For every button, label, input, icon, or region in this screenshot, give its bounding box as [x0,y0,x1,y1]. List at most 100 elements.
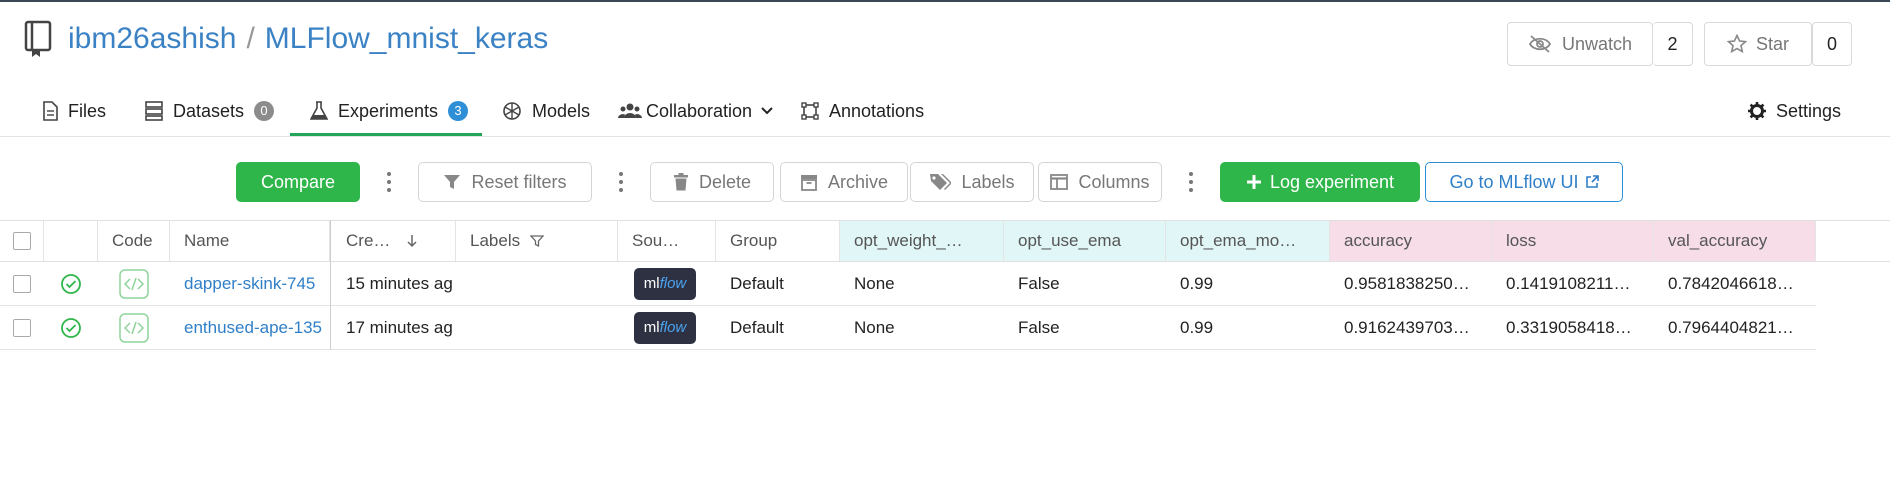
opt-use-ema-cell: False [1018,317,1060,337]
experiment-name-link[interactable]: dapper-skink-745 [170,262,330,305]
more-options-icon[interactable] [384,170,394,194]
star-icon [1727,34,1747,54]
star-count[interactable]: 0 [1812,22,1852,66]
filter-icon [444,175,461,189]
repo-owner-link[interactable]: ibm26ashish [68,22,236,55]
archive-icon [800,175,817,191]
log-experiment-label: Log experiment [1269,171,1395,192]
gear-icon [1748,102,1766,120]
tags-icon [930,174,952,190]
row-checkbox[interactable] [13,318,31,337]
repository-icon [24,20,52,57]
tab-datasets-label: Datasets [173,100,245,121]
loss-cell: 0.3319058418… [1506,317,1632,337]
tab-annotations-label: Annotations [829,100,925,121]
tab-files[interactable]: Files [42,96,106,126]
check-circle-icon [61,273,81,294]
row-checkbox[interactable] [13,274,31,293]
code-cell[interactable] [98,306,170,349]
reset-filters-button[interactable]: Reset filters [418,162,592,202]
filter-outline-icon[interactable] [530,234,545,248]
metric-accuracy-header[interactable]: accuracy [1330,221,1492,261]
code-header[interactable]: Code [98,221,170,261]
columns-icon [1050,174,1069,190]
param-opt-use-ema-header[interactable]: opt_use_ema [1004,221,1166,261]
table-row[interactable]: dapper-skink-745 15 minutes ag ml flow De… [0,262,1816,306]
row-select-cell [0,306,44,349]
watch-count[interactable]: 2 [1653,22,1693,66]
opt-ema-mo-cell: 0.99 [1180,317,1214,337]
tab-experiments-label: Experiments [338,100,439,121]
select-all-checkbox[interactable] [12,232,31,250]
tab-models[interactable]: Models [502,96,590,126]
go-to-mlflow-button[interactable]: Go to MLflow UI [1425,162,1623,202]
status-cell [44,262,98,305]
go-to-mlflow-label: Go to MLflow UI [1449,171,1579,192]
tab-settings-label: Settings [1776,100,1842,121]
opt-ema-mo-cell: 0.99 [1180,273,1214,293]
delete-button[interactable]: Delete [650,162,774,202]
chevron-down-icon [761,107,773,115]
created-header-label: Cre… [346,231,391,250]
more-options-icon[interactable] [1186,170,1196,194]
eye-slash-icon [1528,35,1552,53]
mlflow-logo: ml flow [634,311,696,344]
tab-settings[interactable]: Settings [1748,96,1841,126]
labels-cell [456,262,618,305]
log-experiment-button[interactable]: Log experiment [1220,162,1420,202]
columns-label: Columns [1078,171,1150,192]
code-icon[interactable] [119,268,149,299]
opt-use-ema-cell: False [1018,273,1060,293]
created-header[interactable]: Cre… [332,221,456,261]
experiment-name-link[interactable]: enthused-ape-135 [170,306,330,349]
source-cell: ml flow [618,262,716,305]
tab-collaboration[interactable]: Collaboration [618,96,774,126]
unwatch-label: Unwatch [1562,33,1633,54]
tab-collaboration-label: Collaboration [646,100,753,121]
labels-header[interactable]: Labels [456,221,618,261]
breadcrumb-separator: / [246,22,255,55]
opt-weight-cell: None [854,273,895,293]
val-accuracy-cell: 0.7964404821… [1668,317,1794,337]
group-cell: Default [730,317,784,337]
created-cell: 15 minutes ag [346,273,453,293]
source-header[interactable]: Sou… [618,221,716,261]
network-icon [503,102,521,120]
code-cell[interactable] [98,262,170,305]
reset-filters-label: Reset filters [471,171,567,192]
file-icon [43,101,58,121]
param-opt-weight-header[interactable]: opt_weight_… [840,221,1004,261]
group-header[interactable]: Group [716,221,840,261]
code-icon[interactable] [119,312,149,343]
compare-button[interactable]: Compare [236,162,360,202]
tabs-divider [0,136,1890,137]
tab-experiments[interactable]: Experiments 3 [310,96,469,126]
unwatch-button[interactable]: Unwatch [1507,22,1653,66]
name-header[interactable]: Name [170,221,330,261]
opt-weight-cell: None [854,317,895,337]
tab-annotations[interactable]: Annotations [801,96,924,126]
table-row[interactable]: enthused-ape-135 17 minutes ag ml flow De… [0,306,1816,350]
columns-button[interactable]: Columns [1038,162,1162,202]
param-opt-ema-mo-header[interactable]: opt_ema_mo… [1166,221,1330,261]
created-cell: 17 minutes ag [346,317,453,337]
accuracy-cell: 0.9581838250… [1344,273,1470,293]
star-label: Star [1756,33,1790,54]
metric-val-accuracy-header[interactable]: val_accuracy [1654,221,1816,261]
repo-name-link[interactable]: MLFlow_mnist_keras [265,22,548,55]
star-button[interactable]: Star [1704,22,1812,66]
tab-datasets[interactable]: Datasets 0 [145,96,275,126]
external-link-icon [1585,175,1599,188]
labels-cell [456,306,618,349]
metric-loss-header[interactable]: loss [1492,221,1654,261]
labels-button[interactable]: Labels [910,162,1034,202]
archive-button[interactable]: Archive [780,162,908,202]
more-options-icon[interactable] [616,170,626,194]
database-icon [145,101,163,121]
users-icon [618,103,642,118]
trash-icon [673,173,688,191]
datasets-count-badge: 0 [254,101,275,121]
bounding-box-icon [801,102,819,120]
plus-icon [1246,175,1261,189]
accuracy-cell: 0.9162439703… [1344,317,1470,337]
